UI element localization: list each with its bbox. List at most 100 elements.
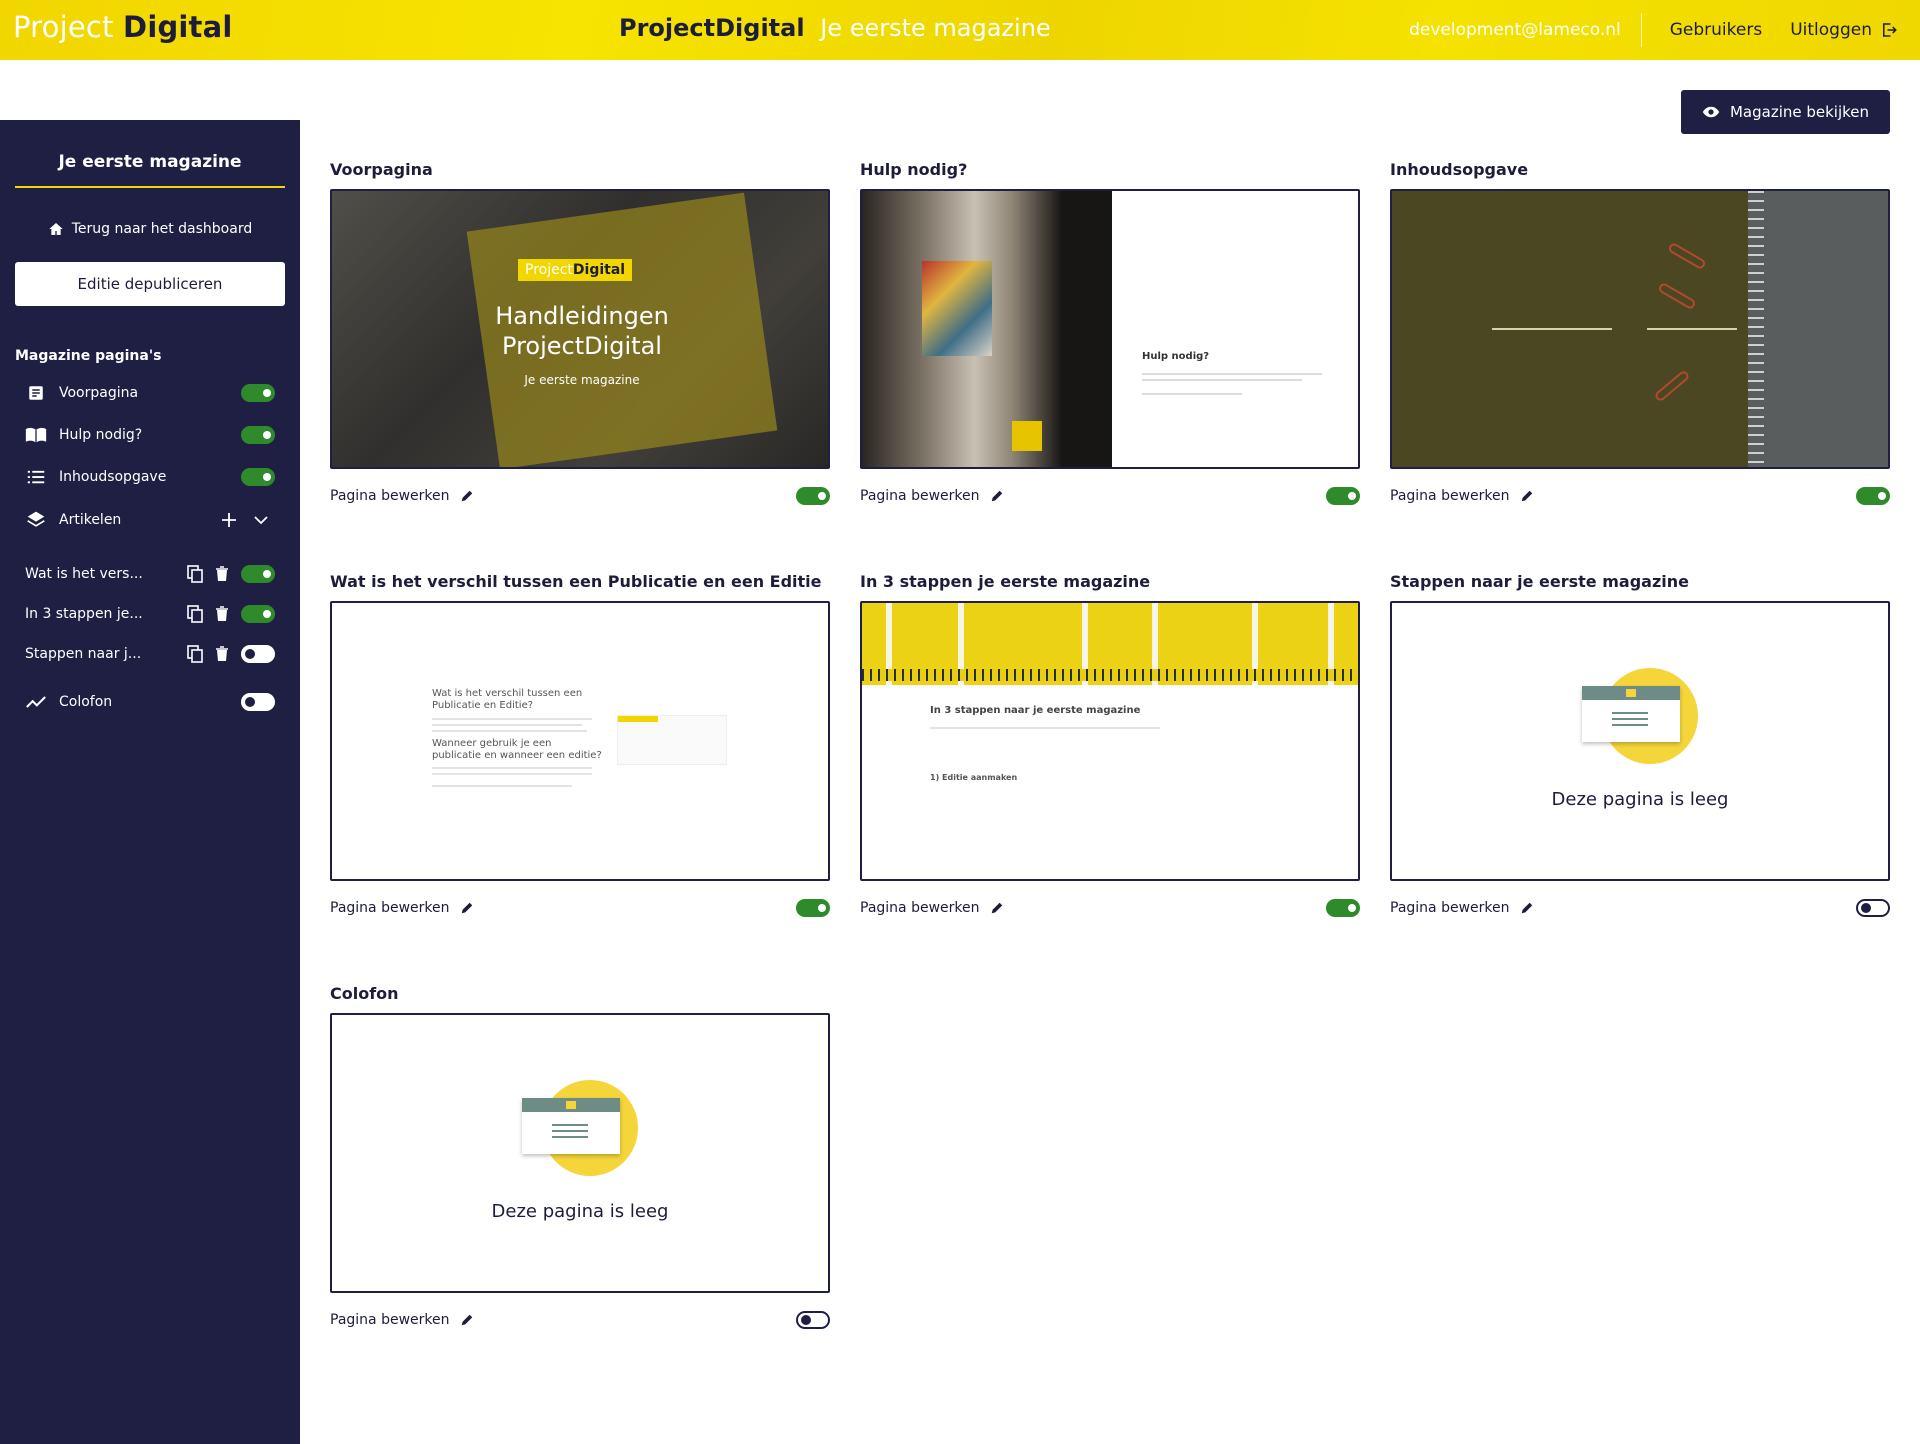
thumbnail-heading: Wat is het verschil tussen een Publicati…: [432, 688, 583, 711]
page-toggle[interactable]: [1326, 899, 1360, 917]
page-toggle[interactable]: [1856, 487, 1890, 505]
page-thumbnail[interactable]: Hulp nodig?: [860, 189, 1360, 469]
page-thumbnail[interactable]: Wat is het verschil tussen een Publicati…: [330, 601, 830, 881]
badge-light: Project: [525, 262, 573, 278]
logout-icon: [1883, 23, 1897, 37]
thumbnail-reader: [1012, 421, 1042, 451]
home-icon: [49, 223, 63, 235]
copy-icon[interactable]: [187, 605, 203, 623]
article-3-toggle[interactable]: [241, 645, 275, 663]
edit-page-link[interactable]: Pagina bewerken: [860, 900, 1326, 916]
card-title: Voorpagina: [330, 160, 433, 179]
pages-section-title: Magazine pagina's: [15, 348, 162, 364]
back-to-dashboard-link[interactable]: Terug naar het dashboard: [15, 221, 285, 237]
document-icon: [25, 383, 47, 403]
sidebar-item-colofon[interactable]: Colofon: [25, 689, 275, 715]
header-brand: ProjectDigital: [619, 14, 805, 42]
page-thumbnail-empty[interactable]: Deze pagina is leeg: [330, 1013, 830, 1293]
logout-link[interactable]: Uitloggen: [1790, 20, 1898, 40]
edit-page-label: Pagina bewerken: [860, 900, 980, 916]
copy-icon[interactable]: [187, 565, 203, 583]
thumbnail-yellow-wall: [862, 603, 1358, 685]
pencil-icon: [461, 490, 472, 502]
card-footer: Pagina bewerken: [1390, 485, 1890, 507]
pencil-icon: [991, 490, 1002, 502]
hulp-toggle[interactable]: [241, 426, 275, 444]
logo-bold: Digital: [123, 10, 233, 44]
page-toggle[interactable]: [1326, 487, 1360, 505]
sidebar-item-inhoudsopgave[interactable]: Inhoudsopgave: [25, 464, 275, 490]
voorpagina-toggle[interactable]: [241, 384, 275, 402]
edit-page-link[interactable]: Pagina bewerken: [330, 488, 796, 504]
page-thumbnail[interactable]: ProjectDigital Handleidingen ProjectDigi…: [330, 189, 830, 469]
thumbnail-text-line: [432, 718, 592, 720]
page-card-hulp: Hulp nodig? Hulp nodig? Pagina bewerken: [860, 159, 1360, 505]
sidebar-item-artikelen[interactable]: Artikelen: [25, 507, 275, 533]
edit-page-link[interactable]: Pagina bewerken: [330, 900, 796, 916]
thumbnail-heading: Hulp nodig?: [1142, 351, 1210, 362]
thumbnail-text-line: [1492, 328, 1612, 330]
copy-icon[interactable]: [187, 645, 203, 663]
thumbnail-screenshot: [617, 715, 727, 765]
page-card-voorpagina: Voorpagina ProjectDigital Handleidingen …: [330, 159, 830, 505]
pencil-icon: [1521, 902, 1532, 914]
depublish-edition-button[interactable]: Editie depubliceren: [15, 262, 285, 306]
users-link[interactable]: Gebruikers: [1670, 20, 1762, 40]
page-card-3-stappen: In 3 stappen je eerste magazine In 3 sta…: [860, 571, 1360, 917]
logo[interactable]: Project Digital: [13, 10, 233, 44]
empty-page-text: Deze pagina is leeg: [491, 1201, 669, 1222]
colofon-toggle[interactable]: [241, 693, 275, 711]
pencil-icon: [461, 902, 472, 914]
view-magazine-button[interactable]: Magazine bekijken: [1681, 90, 1890, 134]
trash-icon[interactable]: [215, 606, 229, 622]
sidebar-item-voorpagina[interactable]: Voorpagina: [25, 380, 275, 406]
edit-page-link[interactable]: Pagina bewerken: [860, 488, 1326, 504]
page-card-inhoudsopgave: Inhoudsopgave Pagina bewerken: [1390, 159, 1890, 505]
chevron-down-icon[interactable]: [253, 512, 269, 528]
trash-icon[interactable]: [215, 646, 229, 662]
article-item-2[interactable]: In 3 stappen je...: [25, 601, 275, 627]
thumbnail-title: Handleidingen ProjectDigital: [495, 302, 669, 360]
article-item-3[interactable]: Stappen naar j...: [25, 641, 275, 667]
header-magazine: Je eerste magazine: [820, 14, 1051, 42]
page-card-verschil: Wat is het verschil tussen een Publicati…: [330, 571, 830, 917]
edit-page-link[interactable]: Pagina bewerken: [1390, 900, 1856, 916]
plus-icon[interactable]: [221, 512, 237, 528]
edit-page-link[interactable]: Pagina bewerken: [1390, 488, 1856, 504]
edit-page-link[interactable]: Pagina bewerken: [330, 1312, 796, 1328]
inhoudsopgave-toggle[interactable]: [241, 468, 275, 486]
card-footer: Pagina bewerken: [330, 1309, 830, 1331]
eye-icon: [1702, 106, 1720, 118]
page-toggle[interactable]: [796, 1311, 830, 1329]
empty-page-illustration: [522, 1080, 642, 1180]
sidebar-item-label: Colofon: [59, 694, 113, 710]
article-1-toggle[interactable]: [241, 565, 275, 583]
page-toggle[interactable]: [1856, 899, 1890, 917]
illustration-line: [552, 1130, 588, 1132]
page-thumbnail[interactable]: In 3 stappen naar je eerste magazine 1) …: [860, 601, 1360, 881]
page-card-stappen: Stappen naar je eerste magazine Deze pag…: [1390, 571, 1890, 917]
thumbnail-text-line: [1142, 393, 1242, 395]
page-thumbnail-empty[interactable]: Deze pagina is leeg: [1390, 601, 1890, 881]
trash-icon[interactable]: [215, 566, 229, 582]
article-item-1[interactable]: Wat is het vers...: [25, 561, 275, 587]
card-footer: Pagina bewerken: [860, 485, 1360, 507]
view-magazine-label: Magazine bekijken: [1729, 103, 1870, 121]
thumbnail-subtitle: Je eerste magazine: [524, 373, 640, 387]
illustration-document: [522, 1098, 620, 1154]
sidebar-item-hulp[interactable]: Hulp nodig?: [25, 422, 275, 448]
card-title: Colofon: [330, 984, 399, 1003]
page-toggle[interactable]: [796, 487, 830, 505]
thumbnail-paperclip: [1653, 369, 1691, 403]
page-toggle[interactable]: [796, 899, 830, 917]
card-footer: Pagina bewerken: [330, 485, 830, 507]
thumbnail-text-line: [1647, 328, 1737, 330]
thumbnail-poster: [922, 261, 992, 356]
sidebar-item-label: Voorpagina: [59, 385, 139, 401]
edit-page-label: Pagina bewerken: [330, 488, 450, 504]
illustration-line: [1612, 718, 1648, 720]
thumbnail-text-line: [432, 730, 587, 732]
article-2-toggle[interactable]: [241, 605, 275, 623]
page-thumbnail[interactable]: [1390, 189, 1890, 469]
thumbnail-text-line: [432, 785, 572, 787]
